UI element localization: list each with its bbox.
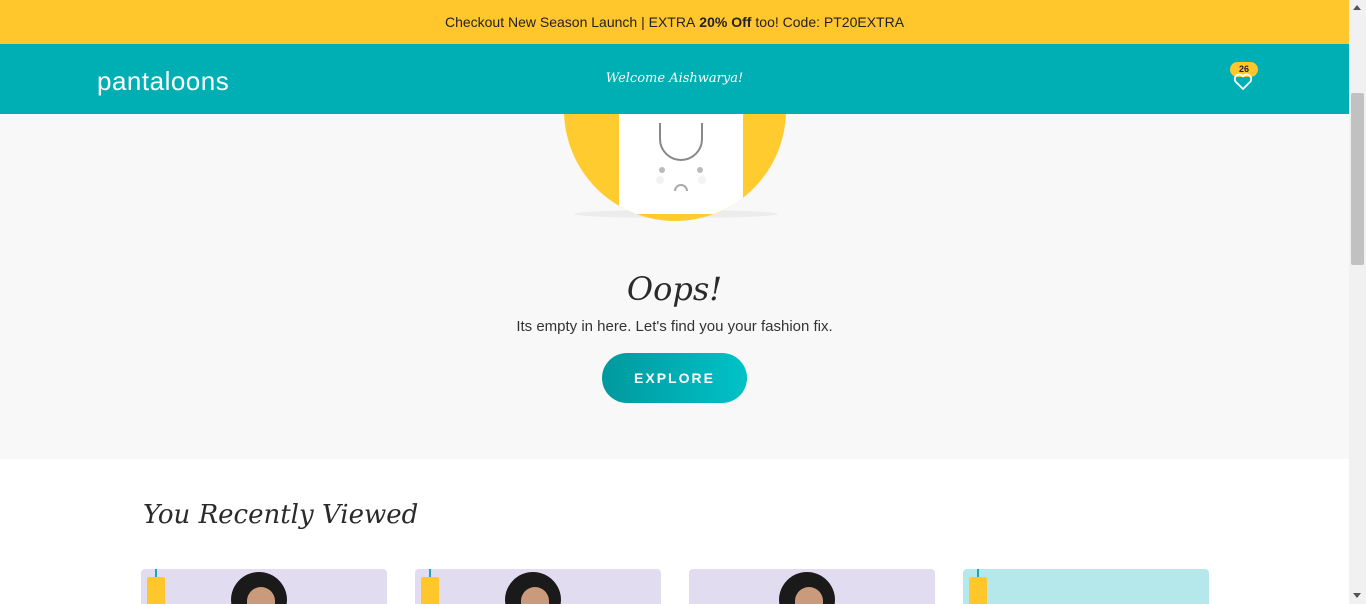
price-tag-icon: [147, 577, 165, 604]
product-card[interactable]: [963, 569, 1209, 604]
price-tag-icon: [421, 577, 439, 604]
site-header: pantaloons Welcome Aishwarya! 26: [0, 44, 1349, 114]
product-card[interactable]: [141, 569, 387, 604]
shopping-bag-icon: [619, 114, 743, 214]
promo-highlight: 20% Off: [699, 14, 752, 30]
page-scrollbar[interactable]: [1349, 0, 1366, 604]
scroll-up-icon[interactable]: [1353, 5, 1361, 10]
page: Checkout New Season Launch | EXTRA 20% O…: [0, 0, 1349, 604]
welcome-message: Welcome Aishwarya!: [605, 71, 744, 86]
empty-bag-illustration: [564, 114, 786, 221]
promo-text: Checkout New Season Launch | EXTRA: [444, 14, 696, 30]
scroll-thumb[interactable]: [1351, 93, 1364, 265]
wishlist-button[interactable]: 26: [1229, 61, 1259, 93]
promo-code-text: too! Code: PT20EXTRA: [755, 14, 905, 30]
recently-viewed-title: You Recently Viewed: [143, 500, 419, 530]
scroll-down-icon[interactable]: [1353, 593, 1361, 598]
empty-state-message: Its empty in here. Let's find you your f…: [516, 318, 833, 335]
product-card[interactable]: [415, 569, 661, 604]
promo-banner[interactable]: Checkout New Season Launch | EXTRA 20% O…: [0, 0, 1349, 44]
heart-icon: [1233, 73, 1253, 90]
price-tag-icon: [969, 577, 987, 604]
explore-button[interactable]: EXPLORE: [602, 353, 747, 403]
empty-state-title: Oops!: [626, 270, 723, 308]
product-card[interactable]: [689, 569, 935, 604]
